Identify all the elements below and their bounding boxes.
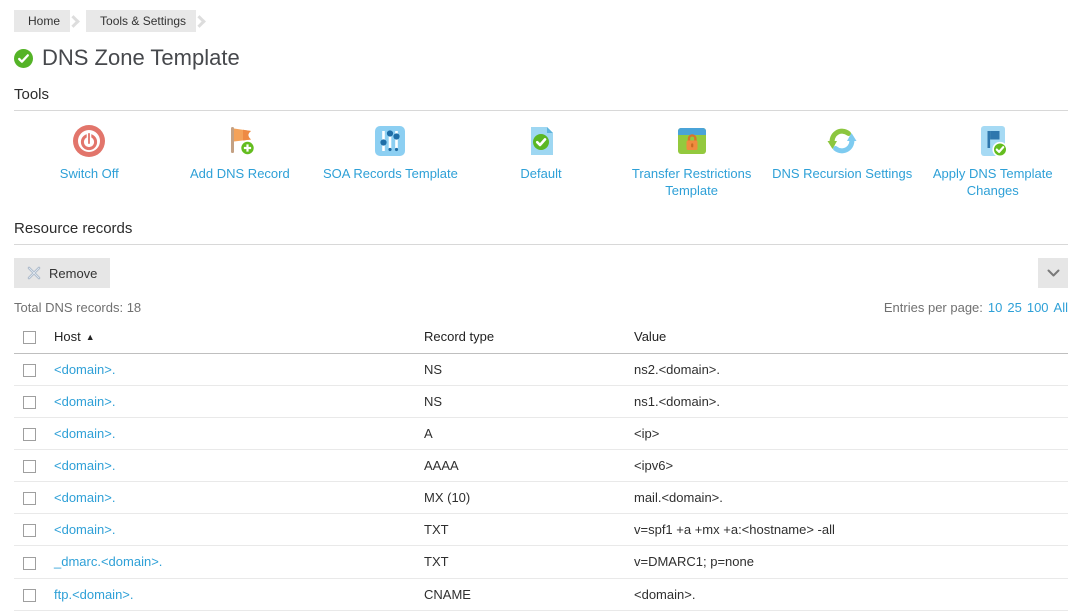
breadcrumb: Home Tools & Settings [14, 10, 1068, 32]
flag-add-icon [223, 124, 257, 158]
table-header-row: Host ▲ Record type Value [14, 319, 1068, 354]
document-check-icon [524, 124, 558, 158]
flag-check-icon [976, 124, 1010, 158]
record-type-cell: TXT [424, 514, 634, 546]
row-checkbox[interactable] [23, 460, 36, 473]
column-header-value-label: Value [634, 329, 666, 344]
row-checkbox[interactable] [23, 524, 36, 537]
tool-label: Add DNS Record [190, 165, 290, 182]
record-type-cell: NS [424, 386, 634, 418]
row-checkbox[interactable] [23, 557, 36, 570]
column-header-host[interactable]: Host ▲ [54, 319, 424, 354]
column-header-value[interactable]: Value [634, 319, 1068, 354]
breadcrumb-item-home[interactable]: Home [14, 10, 70, 32]
value-cell: <ip> [634, 418, 1068, 450]
host-link[interactable]: <domain>. [54, 458, 115, 473]
tool-item-switch-off[interactable]: Switch Off [14, 124, 165, 199]
tool-item-transfer-restrictions-template[interactable]: Transfer Restrictions Template [616, 124, 767, 199]
remove-button[interactable]: Remove [14, 258, 110, 288]
resource-records-title: Resource records [14, 220, 1068, 245]
entries-per-page-label: Entries per page: [884, 300, 983, 315]
table-row: _dmarc.<domain>. TXT v=DMARC1; p=none [14, 546, 1068, 578]
resource-records-section: Resource records Remove Total DNS record… [14, 220, 1068, 611]
page: Home Tools & Settings DNS Zone Template … [0, 0, 1082, 611]
sliders-icon [373, 124, 407, 158]
chevron-down-icon [1047, 269, 1060, 278]
tool-label: Apply DNS Template Changes [917, 165, 1068, 199]
row-checkbox[interactable] [23, 589, 36, 602]
tool-label: DNS Recursion Settings [772, 165, 912, 182]
column-header-record-type[interactable]: Record type [424, 319, 634, 354]
column-header-record-type-label: Record type [424, 329, 494, 344]
entries-option-25[interactable]: 25 [1007, 300, 1021, 315]
tool-item-apply-dns-template-changes[interactable]: Apply DNS Template Changes [917, 124, 1068, 199]
tool-item-add-dns-record[interactable]: Add DNS Record [165, 124, 316, 199]
tool-label: SOA Records Template [323, 165, 458, 182]
table-row: <domain>. A <ip> [14, 418, 1068, 450]
tools-section-title: Tools [14, 86, 1068, 111]
power-icon [72, 124, 106, 158]
tools-row: Switch Off Add DNS Record [14, 111, 1068, 211]
table-row: <domain>. MX (10) mail.<domain>. [14, 482, 1068, 514]
row-checkbox[interactable] [23, 492, 36, 505]
select-all-checkbox[interactable] [23, 331, 36, 344]
records-toolbar: Remove [14, 258, 1068, 288]
value-cell: v=DMARC1; p=none [634, 546, 1068, 578]
tool-label: Transfer Restrictions Template [616, 165, 767, 199]
entries-option-all[interactable]: All [1054, 300, 1068, 315]
entries-option-100[interactable]: 100 [1027, 300, 1049, 315]
tool-item-default[interactable]: Default [466, 124, 617, 199]
record-type-cell: MX (10) [424, 482, 634, 514]
record-type-cell: AAAA [424, 450, 634, 482]
host-link[interactable]: <domain>. [54, 522, 115, 537]
table-row: <domain>. TXT v=spf1 +a +mx +a:<hostname… [14, 514, 1068, 546]
tool-label: Switch Off [60, 165, 119, 182]
value-cell: v=spf1 +a +mx +a:<hostname> -all [634, 514, 1068, 546]
record-type-cell: NS [424, 354, 634, 386]
entries-per-page: Entries per page: 10 25 100 All [884, 300, 1068, 315]
tool-label: Default [520, 165, 561, 182]
column-header-host-label: Host [54, 329, 81, 344]
records-table-body: <domain>. NS ns2.<domain>. <domain>. NS … [14, 354, 1068, 611]
value-cell: <ipv6> [634, 450, 1068, 482]
host-link[interactable]: <domain>. [54, 490, 115, 505]
table-row: <domain>. NS ns1.<domain>. [14, 386, 1068, 418]
check-circle-icon [14, 49, 33, 68]
entries-option-10[interactable]: 10 [988, 300, 1002, 315]
row-checkbox[interactable] [23, 364, 36, 377]
sort-asc-icon: ▲ [86, 332, 95, 342]
row-checkbox[interactable] [23, 396, 36, 409]
total-records-label: Total DNS records: 18 [14, 300, 141, 315]
host-link[interactable]: _dmarc.<domain>. [54, 554, 162, 569]
page-title: DNS Zone Template [42, 45, 240, 71]
record-type-cell: A [424, 418, 634, 450]
breadcrumb-item-tools-settings[interactable]: Tools & Settings [86, 10, 196, 32]
value-cell: mail.<domain>. [634, 482, 1068, 514]
search-toggle-button[interactable] [1038, 258, 1068, 288]
value-cell: ns1.<domain>. [634, 386, 1068, 418]
host-link[interactable]: <domain>. [54, 426, 115, 441]
refresh-icon [825, 124, 859, 158]
records-info-row: Total DNS records: 18 Entries per page: 1… [14, 300, 1068, 315]
page-title-row: DNS Zone Template [14, 45, 1068, 71]
remove-button-label: Remove [49, 266, 97, 281]
tool-item-dns-recursion-settings[interactable]: DNS Recursion Settings [767, 124, 918, 199]
host-link[interactable]: ftp.<domain>. [54, 587, 134, 602]
remove-x-icon [27, 266, 41, 280]
table-row: <domain>. AAAA <ipv6> [14, 450, 1068, 482]
value-cell: ns2.<domain>. [634, 354, 1068, 386]
record-type-cell: TXT [424, 546, 634, 578]
table-row: <domain>. NS ns2.<domain>. [14, 354, 1068, 386]
host-link[interactable]: <domain>. [54, 394, 115, 409]
lock-box-icon [675, 124, 709, 158]
records-table: Host ▲ Record type Value <domain>. NS ns2… [14, 319, 1068, 611]
row-checkbox[interactable] [23, 428, 36, 441]
host-link[interactable]: <domain>. [54, 362, 115, 377]
tool-item-soa-records-template[interactable]: SOA Records Template [315, 124, 466, 199]
